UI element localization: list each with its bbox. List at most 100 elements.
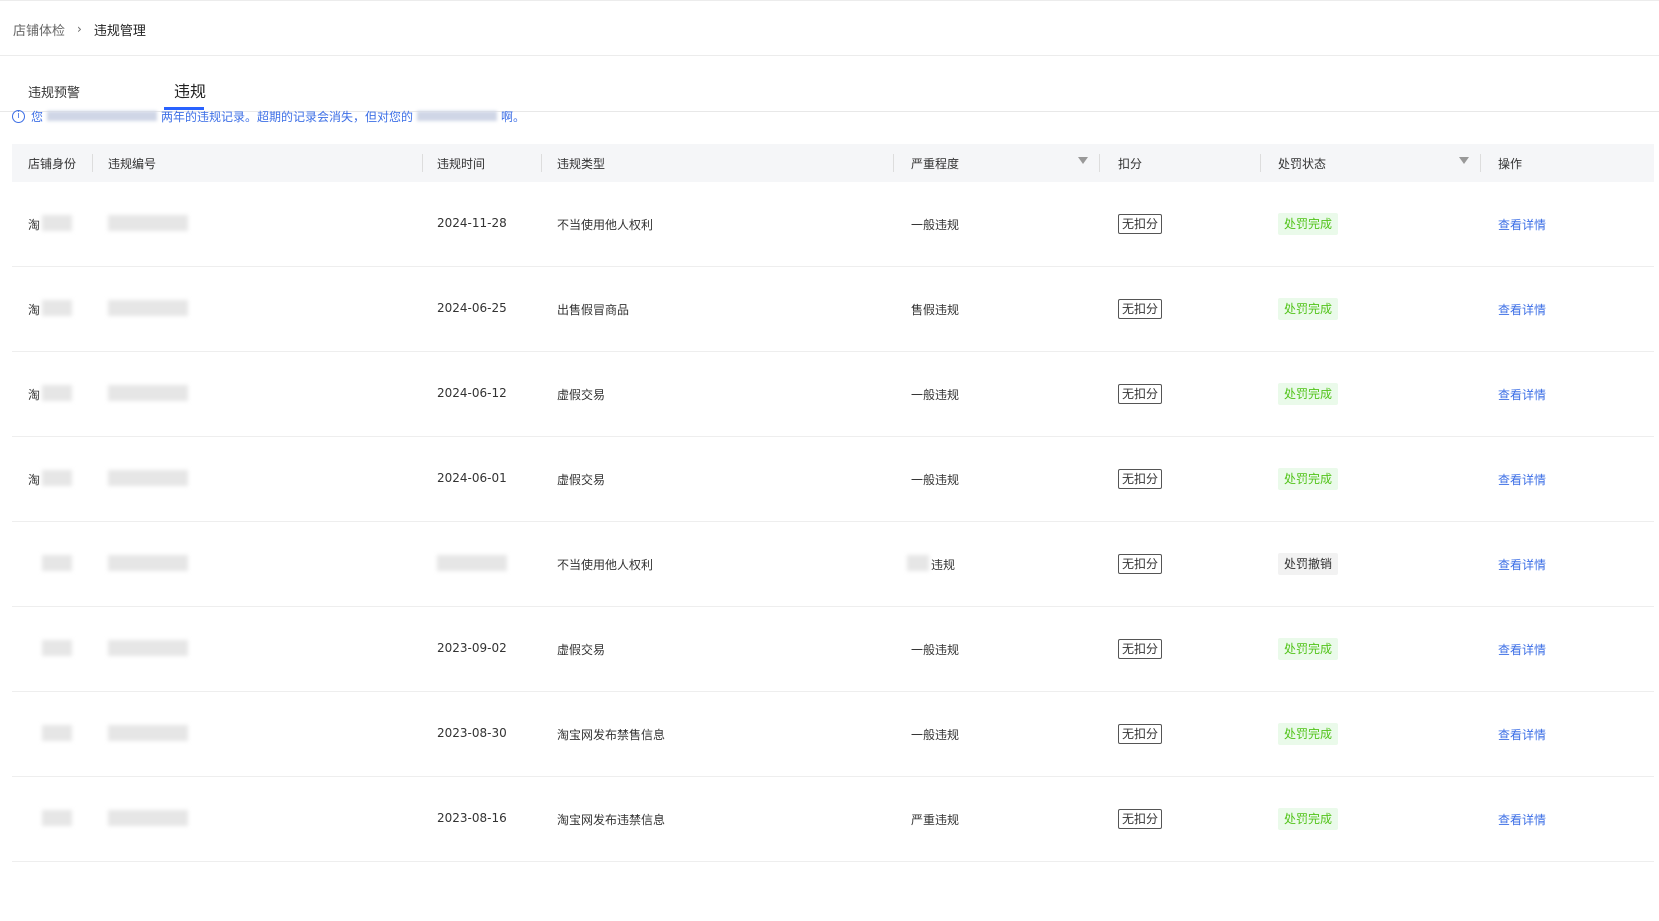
- cell-time: 2024-06-12: [437, 386, 507, 400]
- notice-text-start: 您: [31, 109, 44, 124]
- redacted-code: [108, 470, 188, 486]
- info-icon: i: [12, 109, 25, 123]
- notice-text-end: 啊。: [501, 109, 526, 124]
- table-header: 店铺身份 违规编号 违规时间 违规类型 严重程度 扣分 处罚状态 操作: [12, 144, 1654, 182]
- table-row: 淘 2024-11-28 不当使用他人权利 一般违规 无扣分 处罚完成 查看详情: [12, 182, 1654, 267]
- cell-severity: 一般违规: [911, 388, 960, 402]
- redacted-text: [417, 111, 498, 121]
- table-row: 2023-08-30 淘宝网发布禁售信息 一般违规 无扣分 处罚完成 查看详情: [12, 692, 1654, 777]
- view-details-link[interactable]: 查看详情: [1498, 386, 1546, 403]
- redacted-identity: [42, 725, 72, 741]
- column-divider: [893, 154, 894, 172]
- breadcrumb-current: 违规管理: [93, 23, 146, 39]
- notice-bar: i 您 两年的违规记录。超期的记录会消失，但对您的 啊。: [12, 108, 525, 124]
- redacted-text: [47, 111, 158, 121]
- redacted-identity: [42, 470, 72, 486]
- view-details-link[interactable]: 查看详情: [1498, 471, 1546, 488]
- deduct-badge: 无扣分: [1118, 724, 1163, 744]
- redacted-identity: [42, 300, 72, 316]
- view-details-link[interactable]: 查看详情: [1498, 641, 1546, 658]
- column-divider: [422, 154, 423, 172]
- status-badge: 处罚撤销: [1278, 553, 1339, 575]
- cell-identity: 淘: [28, 473, 41, 487]
- deduct-badge: 无扣分: [1118, 384, 1163, 404]
- cell-time: 2023-08-16: [437, 811, 507, 825]
- column-divider: [92, 154, 93, 172]
- header-deduct: 扣分: [1118, 157, 1143, 171]
- cell-severity: 严重违规: [911, 813, 960, 827]
- cell-identity: 淘: [28, 218, 41, 232]
- column-divider: [1260, 154, 1261, 172]
- cell-time: 2024-06-01: [437, 471, 507, 485]
- cell-type: 淘宝网发布违禁信息: [557, 813, 666, 827]
- breadcrumb: 店铺体检 › 违规管理: [13, 19, 146, 39]
- deduct-badge: 无扣分: [1118, 809, 1163, 829]
- header-action: 操作: [1498, 157, 1523, 171]
- redacted-code: [108, 215, 188, 231]
- cell-severity: 一般违规: [911, 643, 960, 657]
- cell-severity: 售假违规: [911, 303, 960, 317]
- notice-text-mid: 两年的违规记录。超期的记录会消失，但对您的: [161, 109, 414, 124]
- breadcrumb-parent[interactable]: 店铺体检: [13, 20, 65, 39]
- cell-type: 出售假冒商品: [557, 303, 630, 317]
- header-code: 违规编号: [108, 157, 157, 171]
- redacted-code: [108, 300, 188, 316]
- view-details-link[interactable]: 查看详情: [1498, 811, 1546, 828]
- status-badge: 处罚完成: [1278, 723, 1339, 745]
- header-type: 违规类型: [557, 157, 606, 171]
- cell-type: 不当使用他人权利: [557, 558, 654, 572]
- filter-icon[interactable]: [1078, 157, 1088, 164]
- cell-type: 淘宝网发布禁售信息: [557, 728, 666, 742]
- cell-severity: 一般违规: [911, 473, 960, 487]
- cell-identity: 淘: [28, 388, 41, 402]
- tab-violation[interactable]: 违规: [174, 78, 206, 102]
- cell-identity: 淘: [28, 303, 41, 317]
- view-details-link[interactable]: 查看详情: [1498, 556, 1546, 573]
- table-row: 不当使用他人权利 违规 无扣分 处罚撤销 查看详情: [12, 522, 1654, 607]
- deduct-badge: 无扣分: [1118, 554, 1163, 574]
- redacted-identity: [42, 555, 72, 571]
- cell-type: 虚假交易: [557, 473, 606, 487]
- redacted-code: [108, 640, 188, 656]
- cell-severity: 一般违规: [911, 728, 960, 742]
- table-row: 2023-08-16 淘宝网发布违禁信息 严重违规 无扣分 处罚完成 查看详情: [12, 777, 1654, 862]
- deduct-badge: 无扣分: [1118, 469, 1163, 489]
- cell-type: 虚假交易: [557, 388, 606, 402]
- cell-type: 不当使用他人权利: [557, 218, 654, 232]
- column-divider: [541, 154, 542, 172]
- column-divider: [1480, 154, 1481, 172]
- redacted-code: [108, 725, 188, 741]
- redacted-identity: [42, 810, 72, 826]
- deduct-badge: 无扣分: [1118, 214, 1163, 234]
- status-badge: 处罚完成: [1278, 298, 1339, 320]
- status-badge: 处罚完成: [1278, 808, 1339, 830]
- redacted-severity: [907, 555, 929, 571]
- table-row: 淘 2024-06-12 虚假交易 一般违规 无扣分 处罚完成 查看详情: [12, 352, 1654, 437]
- redacted-identity: [42, 215, 72, 231]
- redacted-time: [437, 555, 507, 571]
- deduct-badge: 无扣分: [1118, 299, 1163, 319]
- cell-type: 虚假交易: [557, 643, 606, 657]
- view-details-link[interactable]: 查看详情: [1498, 216, 1546, 233]
- status-badge: 处罚完成: [1278, 213, 1339, 235]
- status-badge: 处罚完成: [1278, 383, 1339, 405]
- filter-icon[interactable]: [1459, 157, 1469, 164]
- column-divider: [1099, 154, 1100, 172]
- header-time: 违规时间: [437, 157, 486, 171]
- redacted-code: [108, 810, 188, 826]
- cell-time: 2024-11-28: [437, 216, 507, 230]
- header-severity: 严重程度: [911, 157, 960, 171]
- table-row: 淘 2024-06-01 虚假交易 一般违规 无扣分 处罚完成 查看详情: [12, 437, 1654, 522]
- view-details-link[interactable]: 查看详情: [1498, 726, 1546, 743]
- header-identity: 店铺身份: [28, 157, 77, 171]
- status-badge: 处罚完成: [1278, 468, 1339, 490]
- deduct-badge: 无扣分: [1118, 639, 1163, 659]
- breadcrumb-divider: [0, 55, 1659, 56]
- cell-time: 2023-09-02: [437, 641, 507, 655]
- cell-severity: 违规: [931, 558, 956, 572]
- tab-violation-warning[interactable]: 违规预警: [28, 82, 80, 101]
- chevron-right-icon: ›: [77, 22, 82, 36]
- view-details-link[interactable]: 查看详情: [1498, 301, 1546, 318]
- redacted-code: [108, 385, 188, 401]
- cell-time: 2023-08-30: [437, 726, 507, 740]
